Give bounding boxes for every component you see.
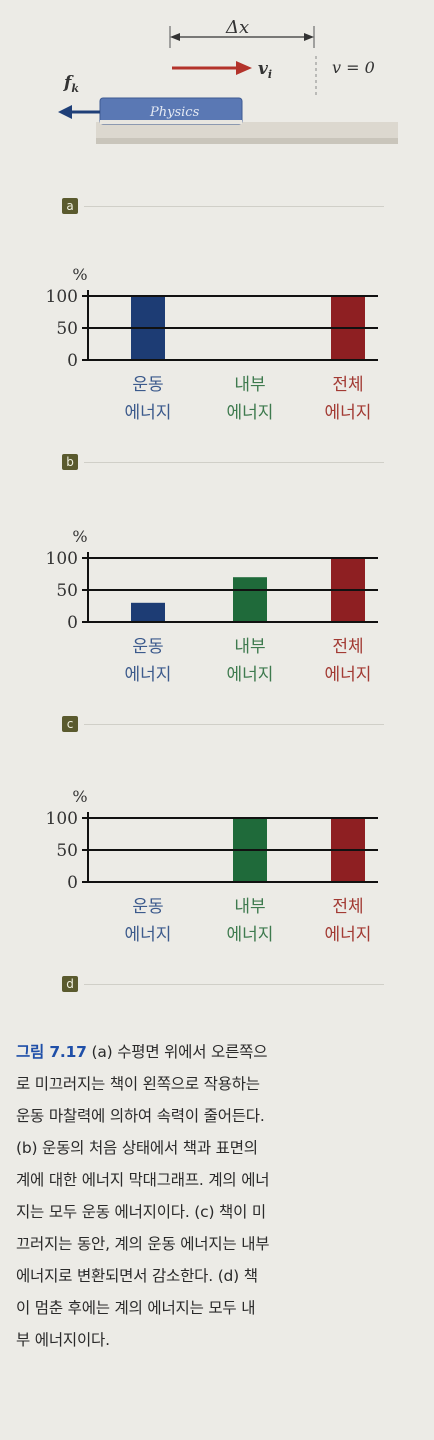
y-axis-label: % bbox=[72, 527, 87, 546]
category-label-internal: 내부 bbox=[234, 897, 265, 917]
friction-arrowhead bbox=[58, 105, 72, 119]
y-tick-label: 100 bbox=[46, 809, 78, 829]
dx-label: Δx bbox=[225, 17, 249, 38]
tag-c: c bbox=[62, 716, 78, 732]
caption-line-8: 에너지로 변환되면서 감소한다. (d) 책 bbox=[16, 1267, 258, 1285]
y-axis-label: % bbox=[72, 265, 87, 284]
caption-label: 그림 7.17 bbox=[16, 1043, 87, 1061]
rule-b bbox=[84, 462, 384, 463]
dx-arrowhead-left bbox=[170, 33, 180, 41]
chart-b: 100 50 0% 운동에너지 내부에너지 전체에너지 b bbox=[0, 256, 434, 496]
category-label-total: 에너지 bbox=[325, 403, 372, 423]
category-label-total: 전체 bbox=[332, 637, 363, 657]
category-label-internal: 에너지 bbox=[227, 403, 274, 423]
category-label-internal: 에너지 bbox=[227, 665, 274, 685]
y-tick-label: 0 bbox=[67, 351, 78, 371]
bar-internal bbox=[233, 577, 267, 622]
velocity-subscript: i bbox=[268, 68, 272, 81]
caption-line-2: 로 미끄러지는 책이 왼쪽으로 작용하는 bbox=[16, 1075, 260, 1093]
category-label-total: 전체 bbox=[332, 375, 363, 395]
caption-line-6: 지는 모두 운동 에너지이다. (c) 책이 미 bbox=[16, 1203, 266, 1221]
category-label-total: 에너지 bbox=[325, 665, 372, 685]
caption-line-3: 운동 마찰력에 의하여 속력이 줄어든다. bbox=[16, 1107, 265, 1125]
category-label-kinetic: 에너지 bbox=[125, 403, 172, 423]
rule-c bbox=[84, 724, 384, 725]
category-label-internal: 내부 bbox=[234, 375, 265, 395]
dx-arrowhead-right bbox=[304, 33, 314, 41]
tag-a: a bbox=[62, 198, 78, 214]
chart-c: 100 50 0% 운동에너지 내부에너지 전체에너지 c bbox=[0, 518, 434, 758]
caption-line-9: 이 멈춘 후에는 계의 에너지는 모두 내 bbox=[16, 1299, 256, 1317]
category-label-kinetic: 에너지 bbox=[125, 665, 172, 685]
caption-line-1: 그림 7.17 (a) 수평면 위에서 오른쪽으 bbox=[16, 1043, 268, 1061]
figure-caption: 그림 7.17 (a) 수평면 위에서 오른쪽으 로 미끄러지는 책이 왼쪽으로… bbox=[16, 1036, 420, 1356]
bar-kinetic bbox=[131, 602, 165, 622]
chart-d: 100 50 0% 운동에너지 내부에너지 전체에너지 d bbox=[0, 780, 434, 1020]
caption-line-4: (b) 운동의 처음 상태에서 책과 표면의 bbox=[16, 1139, 258, 1157]
panel-a-illustration: Δx vi v = 0 fk Physics bbox=[58, 17, 398, 144]
friction-subscript: k bbox=[71, 82, 79, 95]
category-label-kinetic: 운동 bbox=[132, 637, 163, 657]
category-label-kinetic: 에너지 bbox=[125, 925, 172, 945]
category-label-total: 전체 bbox=[332, 897, 363, 917]
category-label-internal: 에너지 bbox=[227, 925, 274, 945]
category-label-total: 에너지 bbox=[325, 925, 372, 945]
velocity-arrowhead bbox=[236, 61, 252, 75]
y-tick-label: 50 bbox=[56, 841, 78, 861]
rule-a bbox=[84, 206, 384, 207]
book-label: Physics bbox=[149, 105, 200, 120]
y-tick-label: 0 bbox=[67, 613, 78, 633]
y-tick-label: 50 bbox=[56, 319, 78, 339]
y-tick-label: 100 bbox=[46, 549, 78, 569]
friction-label: fk bbox=[63, 73, 79, 95]
tag-d: d bbox=[62, 976, 78, 992]
velocity-label: vi bbox=[258, 59, 272, 81]
caption-line-5: 계에 대한 에너지 막대그래프. 계의 에너 bbox=[16, 1171, 270, 1189]
y-tick-label: 0 bbox=[67, 873, 78, 893]
category-label-kinetic: 운동 bbox=[132, 375, 163, 395]
category-label-internal: 내부 bbox=[234, 637, 265, 657]
y-axis-label: % bbox=[72, 787, 87, 806]
final-velocity-label: v = 0 bbox=[332, 58, 375, 77]
category-label-kinetic: 운동 bbox=[132, 897, 163, 917]
tag-b: b bbox=[62, 454, 78, 470]
y-tick-label: 50 bbox=[56, 581, 78, 601]
caption-line-7: 끄러지는 동안, 계의 운동 에너지는 내부 bbox=[16, 1235, 270, 1253]
rule-d bbox=[84, 984, 384, 985]
book-pages bbox=[100, 120, 242, 124]
surface-shadow bbox=[96, 138, 398, 144]
y-tick-label: 100 bbox=[46, 287, 78, 307]
panel-a: Δx vi v = 0 fk Physics a bbox=[0, 0, 434, 230]
caption-line-10: 부 에너지이다. bbox=[16, 1331, 110, 1349]
